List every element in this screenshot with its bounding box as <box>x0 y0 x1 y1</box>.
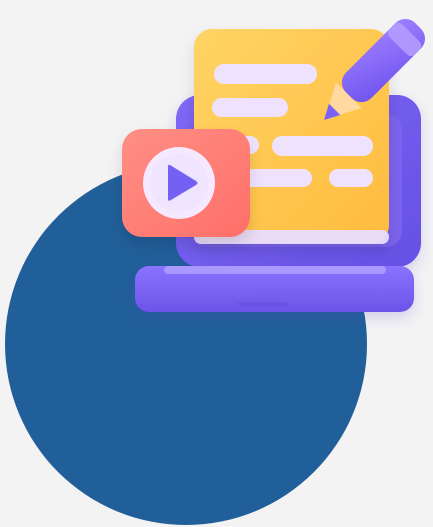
video-card <box>122 129 250 237</box>
online-learning-illustration <box>5 18 426 525</box>
illustration-stage <box>0 0 433 527</box>
